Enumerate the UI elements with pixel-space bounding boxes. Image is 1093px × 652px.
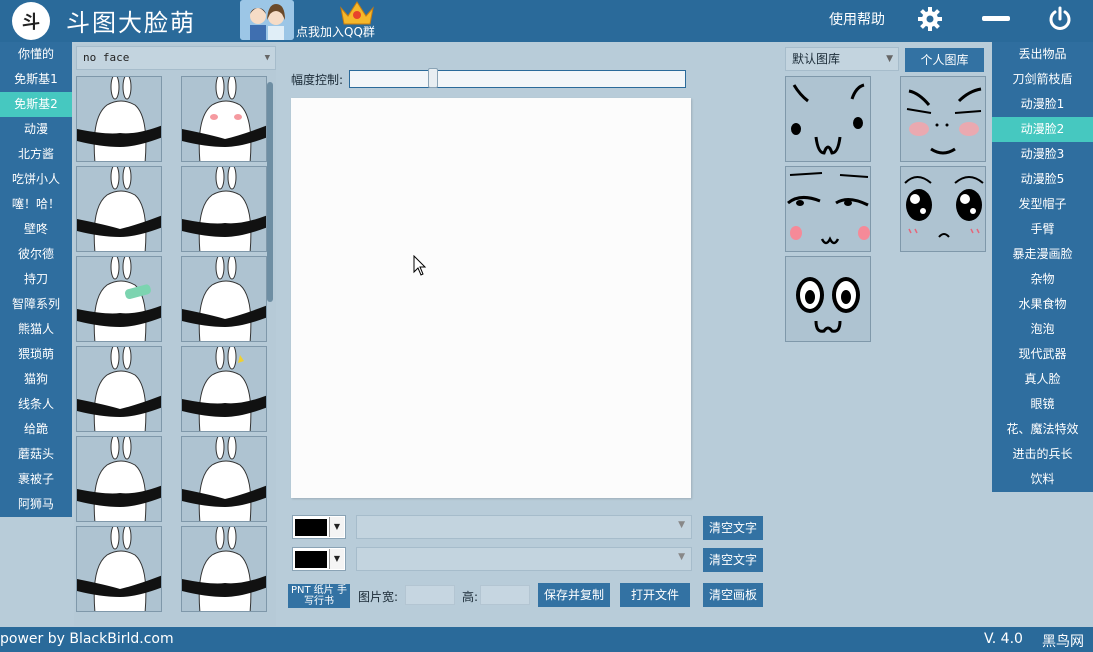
power-icon[interactable] [1044, 4, 1076, 34]
left-category-item[interactable]: 免斯基2 [0, 92, 72, 117]
left-category-item[interactable]: 猥琐萌 [0, 342, 72, 367]
sticker-thumbnail[interactable] [181, 166, 267, 252]
left-category-item[interactable]: 吃饼小人 [0, 167, 72, 192]
sticker-thumbnail[interactable] [181, 256, 267, 342]
right-category-item[interactable]: 花、魔法特效 [992, 417, 1093, 442]
text-color-select-1[interactable]: ▼ [292, 515, 346, 539]
left-category-list: 你懂的 免斯基1 免斯基2 动漫 北方酱 吃饼小人 噻！哈！ 壁咚 彼尔德 持刀 智障系列 熊猫人 猥琐… [0, 42, 72, 517]
sticker-thumbnail[interactable] [181, 346, 267, 432]
personal-library-button[interactable]: 个人图库 [905, 48, 984, 72]
open-file-button[interactable]: 打开文件 [620, 583, 690, 607]
title-bar: 斗 斗图大脸萌 点我加入QQ群 使用帮助 [0, 0, 1093, 42]
amplitude-slider[interactable] [349, 70, 686, 88]
sticker-thumbnail[interactable] [181, 526, 267, 612]
height-label: 高: [462, 590, 479, 604]
right-category-list: 丢出物品 刀剑箭枝盾 动漫脸1 动漫脸2 动漫脸3 动漫脸5 发型帽子 手臂 暴走漫画脸 杂物 水果… [992, 42, 1093, 492]
left-category-item[interactable]: 智障系列 [0, 292, 72, 317]
left-category-item[interactable]: 动漫 [0, 117, 72, 142]
amplitude-slider-thumb[interactable] [428, 68, 439, 88]
left-category-item[interactable]: 猫狗 [0, 367, 72, 392]
height-input[interactable] [480, 585, 530, 605]
left-category-item[interactable]: 壁咚 [0, 217, 72, 242]
right-category-item[interactable]: 刀剑箭枝盾 [992, 67, 1093, 92]
sticker-thumbnail[interactable] [76, 256, 162, 342]
width-label: 图片宽: [358, 590, 399, 604]
status-bar: power by BlackBirld.com V. 4.0 黑鸟网 [0, 627, 1093, 652]
right-category-item[interactable]: 动漫脸3 [992, 142, 1093, 167]
qq-group-link[interactable]: 点我加入QQ群 [296, 23, 375, 40]
width-input[interactable] [405, 585, 455, 605]
power-by-text: power by BlackBirld.com [0, 631, 174, 647]
help-link[interactable]: 使用帮助 [829, 9, 885, 29]
sticker-thumbnail[interactable] [181, 76, 267, 162]
app-logo: 斗 [12, 2, 50, 40]
handwrite-button[interactable]: PNT 纸片 手写行书 [288, 584, 350, 608]
gear-icon[interactable] [914, 4, 946, 34]
left-category-item[interactable]: 噻！哈！ [0, 192, 72, 217]
right-category-item[interactable]: 进击的兵长 [992, 442, 1093, 467]
right-category-item[interactable]: 发型帽子 [992, 192, 1093, 217]
site-link[interactable]: 黑鸟网 [1042, 631, 1084, 651]
right-category-item[interactable]: 动漫脸5 [992, 167, 1093, 192]
left-category-item[interactable]: 你懂的 [0, 42, 72, 67]
minimize-icon[interactable] [980, 4, 1012, 34]
face-sticker[interactable] [900, 76, 986, 162]
left-category-item[interactable]: 北方酱 [0, 142, 72, 167]
sticker-scrollbar[interactable] [267, 82, 273, 622]
right-category-item[interactable]: 动漫脸1 [992, 92, 1093, 117]
right-category-item[interactable]: 眼镜 [992, 392, 1093, 417]
right-category-item[interactable]: 丢出物品 [992, 42, 1093, 67]
left-category-item[interactable]: 免斯基1 [0, 67, 72, 92]
sticker-thumbnail[interactable] [76, 346, 162, 432]
save-copy-button[interactable]: 保存并复制 [538, 583, 610, 607]
version-text: V. 4.0 [984, 631, 1023, 647]
drawing-canvas[interactable] [291, 98, 691, 498]
left-category-item[interactable]: 线条人 [0, 392, 72, 417]
sticker-thumbnail[interactable] [181, 436, 267, 522]
app-title: 斗图大脸萌 [66, 9, 196, 37]
text-input-2[interactable]: ▼ [356, 547, 692, 571]
qq-group-avatar-icon[interactable] [240, 0, 294, 40]
right-category-item[interactable]: 水果食物 [992, 292, 1093, 317]
right-category-item[interactable]: 饮料 [992, 467, 1093, 492]
right-category-item[interactable]: 真人脸 [992, 367, 1093, 392]
left-category-item[interactable]: 阿狮马 [0, 492, 72, 517]
sticker-thumbnail[interactable] [76, 436, 162, 522]
left-category-item[interactable]: 给跪 [0, 417, 72, 442]
right-category-item[interactable]: 泡泡 [992, 317, 1093, 342]
library-select[interactable]: 默认图库 ▼ [785, 47, 899, 71]
face-sticker[interactable] [900, 166, 986, 252]
clear-text-button-1[interactable]: 清空文字 [703, 516, 763, 540]
clear-text-button-2[interactable]: 清空文字 [703, 548, 763, 572]
face-sticker[interactable] [785, 76, 871, 162]
right-category-item[interactable]: 手臂 [992, 217, 1093, 242]
sticker-thumbnail[interactable] [76, 76, 162, 162]
face-select[interactable]: no face ▼ [76, 46, 276, 70]
right-category-item[interactable]: 动漫脸2 [992, 117, 1093, 142]
left-category-item[interactable]: 熊猫人 [0, 317, 72, 342]
left-category-item[interactable]: 彼尔德 [0, 242, 72, 267]
sticker-thumbnail[interactable] [76, 166, 162, 252]
left-category-item[interactable]: 蘑菇头 [0, 442, 72, 467]
clear-canvas-button[interactable]: 清空画板 [703, 583, 763, 607]
text-color-select-2[interactable]: ▼ [292, 547, 346, 571]
right-category-item[interactable]: 暴走漫画脸 [992, 242, 1093, 267]
face-sticker[interactable] [785, 166, 871, 252]
left-category-item[interactable]: 裹被子 [0, 467, 72, 492]
face-sticker[interactable] [785, 256, 871, 342]
right-category-item[interactable]: 杂物 [992, 267, 1093, 292]
amplitude-label: 幅度控制: [291, 73, 344, 87]
left-category-item[interactable]: 持刀 [0, 267, 72, 292]
right-category-item[interactable]: 现代武器 [992, 342, 1093, 367]
sticker-thumbnail[interactable] [76, 526, 162, 612]
mouse-cursor-icon [413, 254, 427, 280]
text-input-1[interactable]: ▼ [356, 515, 692, 539]
